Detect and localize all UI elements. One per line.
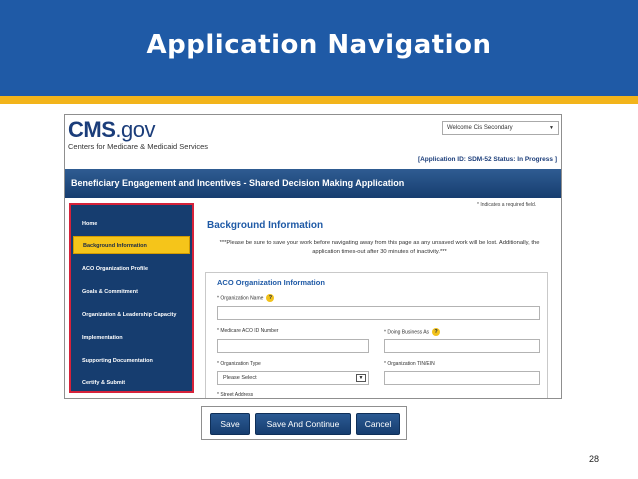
sidebar-item-implementation[interactable]: Implementation: [73, 329, 190, 347]
form-action-bar: Save Save And Continue Cancel: [201, 406, 407, 440]
chevron-down-icon: ▼: [549, 125, 554, 131]
sidebar-nav: Home Background Information ACO Organiza…: [69, 203, 194, 393]
organization-type-select[interactable]: Please Select ▼: [217, 371, 369, 385]
doing-business-as-input[interactable]: [384, 339, 540, 353]
organization-name-label: * Organization Name?: [217, 294, 275, 302]
save-notice: ***Please be sure to save your work befo…: [219, 240, 540, 255]
sidebar-item-goals-commitment[interactable]: Goals & Commitment: [73, 283, 190, 301]
slide-page-number: 28: [589, 454, 600, 464]
aco-id-input[interactable]: [217, 339, 369, 353]
organization-type-label: * Organization Type: [217, 361, 261, 367]
help-icon[interactable]: ?: [432, 328, 441, 336]
sidebar-item-background-information[interactable]: Background Information: [73, 236, 190, 254]
save-button[interactable]: Save: [210, 413, 250, 435]
sidebar-item-aco-organization-profile[interactable]: ACO Organization Profile: [73, 260, 190, 278]
aco-organization-panel: ACO Organization Information * Organizat…: [205, 272, 548, 398]
organization-name-label-text: * Organization Name: [217, 295, 264, 302]
welcome-user-value: Welcome Cis Secondary: [447, 125, 513, 131]
chevron-down-icon: ▼: [356, 374, 366, 382]
organization-tin-input[interactable]: [384, 371, 540, 385]
sidebar-item-supporting-documentation[interactable]: Supporting Documentation: [73, 352, 190, 370]
save-and-continue-button[interactable]: Save And Continue: [255, 413, 351, 435]
sidebar-item-organization-leadership-capacity[interactable]: Organization & Leadership Capacity: [73, 306, 190, 324]
doing-business-as-label-text: * Doing Business As: [384, 329, 430, 336]
cancel-button[interactable]: Cancel: [356, 413, 400, 435]
cms-logo-suffix: .gov: [115, 117, 155, 142]
aco-id-label: * Medicare ACO ID Number: [217, 328, 279, 334]
sidebar-item-certify-submit[interactable]: Certify & Submit: [73, 374, 190, 392]
help-icon[interactable]: ?: [266, 294, 275, 302]
application-title: Beneficiary Engagement and Incentives - …: [71, 178, 405, 188]
application-title-bar: Beneficiary Engagement and Incentives - …: [65, 169, 561, 198]
required-field-note: * Indicates a required field.: [477, 202, 537, 208]
slide-title: Application Navigation: [146, 30, 492, 60]
organization-tin-label: * Organization TIN/EIN: [384, 361, 435, 367]
section-title: Background Information: [207, 220, 324, 231]
cms-logo-main: CMS: [68, 117, 116, 142]
sidebar-item-home[interactable]: Home: [73, 215, 190, 233]
doing-business-as-label: * Doing Business As?: [384, 328, 441, 336]
organization-type-value: Please Select: [223, 375, 257, 381]
slide-accent-stripe: [0, 96, 638, 104]
cms-subtitle: Centers for Medicare & Medicaid Services: [68, 142, 209, 151]
application-screenshot: CMS.gov Centers for Medicare & Medicaid …: [64, 114, 562, 399]
welcome-user-select[interactable]: Welcome Cis Secondary ▼: [442, 121, 559, 135]
organization-name-input[interactable]: [217, 306, 540, 320]
cms-brand: CMS.gov Centers for Medicare & Medicaid …: [68, 119, 209, 152]
cms-logo[interactable]: CMS.gov: [68, 119, 208, 141]
panel-title: ACO Organization Information: [217, 278, 325, 287]
street-address-label: * Street Address: [217, 392, 254, 398]
application-status: [Application ID: SDM-52 Status: In Progr…: [417, 156, 557, 163]
